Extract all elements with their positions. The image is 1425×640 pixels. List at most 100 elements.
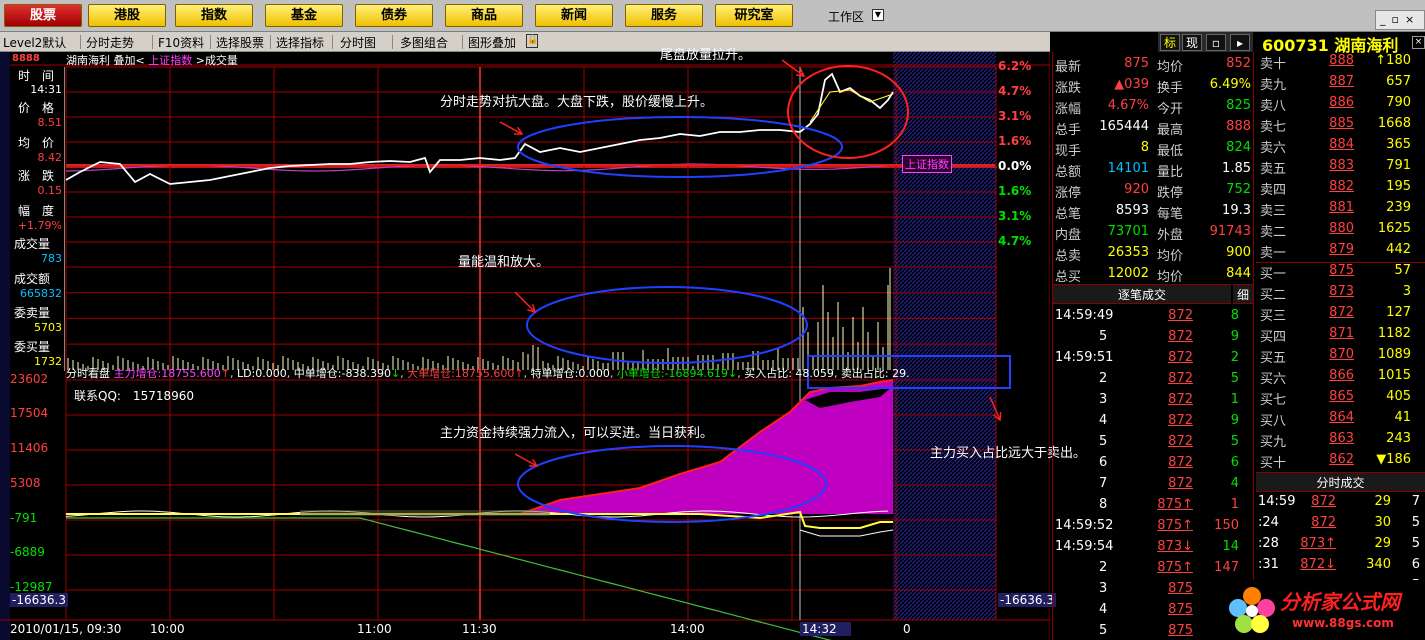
chevron-down-icon[interactable]: ▼ — [872, 9, 884, 21]
nav-index[interactable]: 指数 — [175, 4, 253, 27]
quote-label: 总手 — [1055, 123, 1082, 138]
quote-label: 最低 — [1157, 144, 1184, 159]
bid-level[interactable]: 买四 871 1182 — [1256, 326, 1425, 347]
ask-vol-label: 委卖量 — [14, 306, 51, 320]
level-volume: 442 — [1386, 242, 1411, 257]
tb-select-indicator[interactable]: 选择指标 — [276, 34, 324, 51]
change-value: 0.15 — [37, 184, 63, 197]
trade-time: 5 — [1099, 623, 1108, 638]
left-info-panel: 时 间 14:31 价 格 8.51 均 价 8.42 涨 跌 0.15 幅 度… — [10, 67, 65, 371]
ask-level[interactable]: 卖四 882 195 — [1256, 179, 1425, 200]
quote-value: 888 — [1226, 119, 1251, 134]
trade-time: 4 — [1099, 602, 1108, 617]
level-price: 884 — [1329, 137, 1354, 152]
grid-icon[interactable]: ▫ — [1206, 34, 1226, 51]
quote-label: 涨跌 — [1055, 81, 1082, 96]
nav-hk[interactable]: 港股 — [88, 4, 166, 27]
tb-f10[interactable]: F10资料 — [158, 34, 204, 51]
quote-row: 涨幅 4.67% 今开 825 — [1053, 98, 1253, 119]
annotation-fund: 主力资金持续强力流入，可以买进。当日获利。 — [440, 426, 714, 441]
quote-value: 824 — [1226, 140, 1251, 155]
bid-level[interactable]: 买十 862 ▼186 — [1256, 452, 1425, 473]
ask-level[interactable]: 卖八 886 790 — [1256, 95, 1425, 116]
tab-current[interactable]: 现 — [1182, 34, 1202, 51]
tb-select-stock[interactable]: 选择股票 — [216, 34, 264, 51]
level-volume: 127 — [1386, 305, 1411, 320]
fs-trades-header[interactable]: 分时成交 — [1256, 472, 1425, 492]
close-icon[interactable]: × — [1412, 36, 1425, 49]
workspace-label[interactable]: 工作区 — [828, 8, 864, 25]
level-volume: 657 — [1386, 74, 1411, 89]
tb-multi-chart[interactable]: 多图组合 — [400, 34, 448, 51]
tab-mark[interactable]: 标 — [1160, 34, 1180, 51]
trade-row: 2 875↑ 147 — [1053, 560, 1253, 581]
logo: 分析家公式网 www.88gs.com — [1222, 580, 1425, 640]
trade-price: 873↓ — [1157, 539, 1193, 554]
time-tick: 11:30 — [462, 622, 497, 636]
quote-value: 165444 — [1099, 119, 1149, 134]
level-price: 872 — [1329, 305, 1354, 320]
play-icon[interactable]: ▸ — [1230, 34, 1250, 51]
chart-stock-name: 湖南海利 — [66, 54, 110, 67]
lock-icon[interactable]: 🔒 — [526, 34, 538, 48]
volume-label[interactable]: 成交量 — [205, 54, 238, 67]
nav-fund[interactable]: 基金 — [265, 4, 343, 27]
quote-panel: 最新 875 均价 852 涨跌 ▲039 换手 6.49% 涨幅 4.67% 今开 825 总手 165… — [1052, 52, 1254, 640]
fund-tick: -791 — [10, 511, 38, 525]
bid-level[interactable]: 买九 863 243 — [1256, 431, 1425, 452]
time-tick: 0 — [903, 622, 911, 636]
quote-value: 73701 — [1107, 224, 1149, 239]
tb-chart[interactable]: 分时图 — [340, 34, 376, 51]
fund-tick: 23602 — [10, 372, 49, 386]
trades-detail-tab[interactable]: 细 — [1233, 284, 1253, 304]
flower-logo-icon — [1229, 587, 1275, 633]
ask-vol-value: 5703 — [34, 321, 62, 334]
overlay-index-name[interactable]: 上证指数 — [148, 54, 192, 67]
tb-intraday[interactable]: 分时走势 — [86, 34, 134, 51]
ask-level[interactable]: 卖三 881 239 — [1256, 200, 1425, 221]
quote-label: 今开 — [1157, 102, 1184, 117]
quote-row: 总额 14101 量比 1.85 — [1053, 161, 1253, 182]
level-volume: 1089 — [1377, 347, 1411, 362]
trade-price: 872 — [1168, 392, 1193, 407]
bid-level[interactable]: 买六 866 1015 — [1256, 368, 1425, 389]
tb-overlay[interactable]: 图形叠加 — [468, 34, 516, 51]
bid-level[interactable]: 买七 865 405 — [1256, 389, 1425, 410]
qq-contact: 联系QQ: 15718960 — [74, 389, 195, 403]
nav-bond[interactable]: 债券 — [355, 4, 433, 27]
overlay-button[interactable]: 叠加< — [114, 54, 145, 67]
bid-level[interactable]: 买五 870 1089 — [1256, 347, 1425, 368]
bid-level[interactable]: 买二 873 3 — [1256, 284, 1425, 305]
nav-research[interactable]: 研究室 — [715, 4, 793, 27]
ask-level[interactable]: 卖一 879 442 — [1256, 242, 1425, 263]
nav-service[interactable]: 服务 — [625, 4, 703, 27]
logo-url[interactable]: www.88gs.com — [1292, 616, 1394, 630]
nav-commodity[interactable]: 商品 — [445, 4, 523, 27]
quote-label: 总卖 — [1055, 249, 1082, 264]
ask-level[interactable]: 卖七 885 1668 — [1256, 116, 1425, 137]
bid-level[interactable]: 买一 875 57 — [1256, 263, 1425, 284]
trade-time: 3 — [1099, 392, 1108, 407]
ask-level[interactable]: 卖五 883 791 — [1256, 158, 1425, 179]
trade-time: 6 — [1099, 455, 1108, 470]
bid-level[interactable]: 买三 872 127 — [1256, 305, 1425, 326]
level-label: 买九 — [1260, 435, 1287, 450]
window-controls[interactable]: _▫× — [1375, 10, 1425, 30]
after-hours-region — [893, 52, 996, 620]
mid-add-value: -838.390 — [341, 367, 391, 380]
fs-trade-row: :31 872↓ 340 6 — [1256, 557, 1425, 578]
ask-level[interactable]: 卖二 880 1625 — [1256, 221, 1425, 242]
bid-level[interactable]: 买八 864 41 — [1256, 410, 1425, 431]
trade-volume: 2 — [1230, 350, 1239, 365]
nav-news[interactable]: 新闻 — [535, 4, 613, 27]
ask-level[interactable]: 卖十 888 ↑180 — [1256, 53, 1425, 74]
ask-level[interactable]: 卖九 887 657 — [1256, 74, 1425, 95]
tb-level2[interactable]: Level2默认 — [3, 34, 66, 51]
level-price: 865 — [1329, 389, 1354, 404]
ask-level[interactable]: 卖六 884 365 — [1256, 137, 1425, 158]
trade-row: 6 872 6 — [1053, 455, 1253, 476]
nav-stocks[interactable]: 股票 — [4, 4, 82, 27]
trades-header[interactable]: 逐笔成交 — [1053, 284, 1231, 304]
fund-current-right: -16636.3 — [998, 593, 1056, 607]
top-nav: 股票 港股 指数 基金 债券 商品 新闻 服务 研究室 工作区 ▼ _▫× — [0, 0, 1425, 32]
